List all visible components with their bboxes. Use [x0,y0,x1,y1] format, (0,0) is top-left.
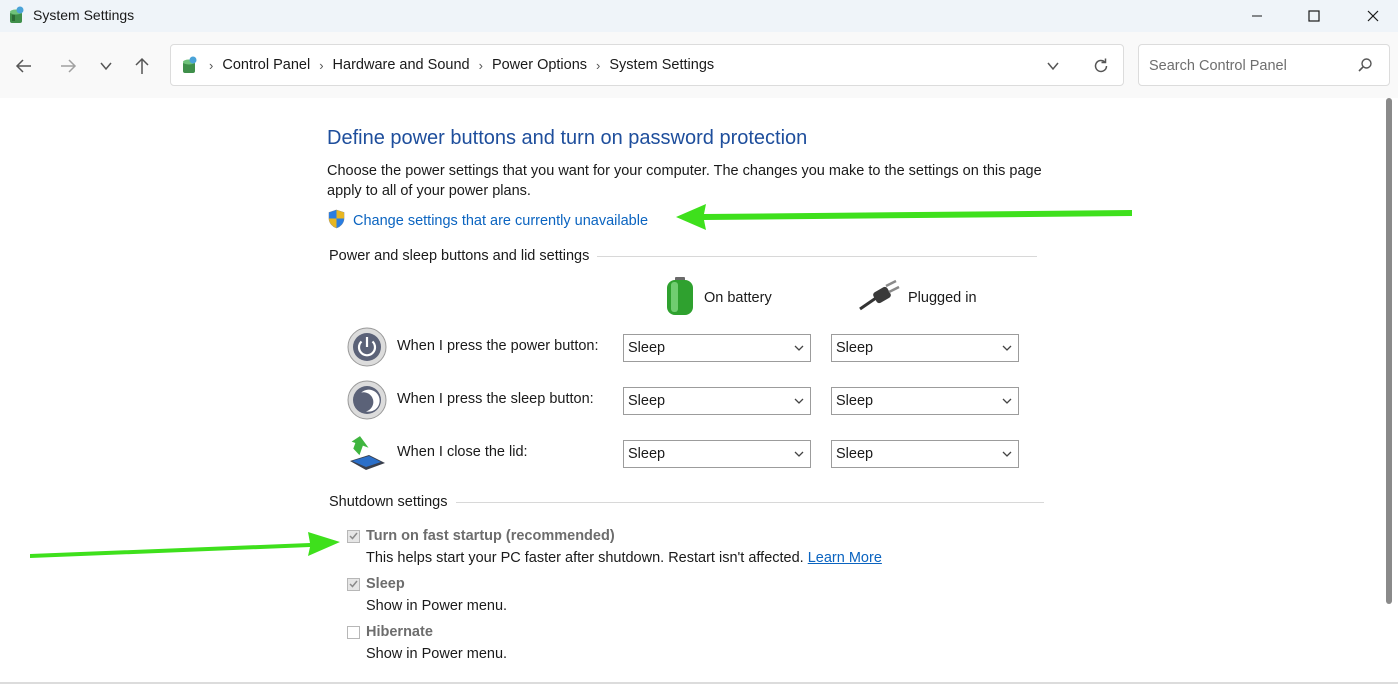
title-bar: System Settings [0,0,1398,32]
checkmark-icon [349,532,358,540]
recent-locations-button[interactable] [92,52,120,80]
address-bar[interactable]: › Control Panel › Hardware and Sound › P… [170,44,1124,86]
back-button[interactable] [10,52,38,80]
chevron-down-icon [1047,62,1059,71]
page-title: Define power buttons and turn on passwor… [327,127,808,149]
sleep-button-battery-select[interactable]: Sleep [623,387,811,415]
address-history-button[interactable] [1043,56,1063,76]
search-box[interactable] [1138,44,1390,86]
power-button-plugged-select[interactable]: Sleep [831,334,1019,362]
lid-close-label: When I close the lid: [397,444,528,460]
learn-more-link[interactable]: Learn More [808,550,882,566]
shutdown-section-heading: Shutdown settings [329,494,1044,510]
chevron-down-icon [794,345,804,351]
power-button-battery-select[interactable]: Sleep [623,334,811,362]
laptop-lid-icon [347,433,387,473]
refresh-icon [1094,58,1108,73]
maximize-button[interactable] [1291,0,1337,32]
arrow-up-icon [135,57,149,74]
sleep-button-icon [347,380,387,420]
sleep-option-label: Sleep [366,576,405,592]
breadcrumb: › Control Panel › Hardware and Sound › P… [209,57,714,73]
window-title: System Settings [33,7,135,23]
chevron-right-icon: › [319,57,324,73]
chevron-down-icon [1002,345,1012,351]
vertical-scrollbar[interactable] [1386,98,1392,604]
refresh-button[interactable] [1091,56,1111,76]
search-input[interactable] [1147,55,1351,77]
chevron-right-icon: › [596,57,601,73]
select-value: Sleep [836,393,874,409]
shutdown-section-title: Shutdown settings [329,494,448,510]
chevron-down-icon [1002,451,1012,457]
power-plug-icon [858,276,900,320]
page-description: Choose the power settings that you want … [327,163,1042,199]
minimize-button[interactable] [1234,0,1280,32]
search-icon[interactable] [1357,57,1373,73]
section-divider [455,501,1044,503]
sleep-button-label: When I press the sleep button: [397,391,594,407]
uac-shield-icon [327,209,346,233]
on-battery-label: On battery [704,290,772,306]
power-section-heading: Power and sleep buttons and lid settings [329,248,1038,264]
arrow-left-icon [15,59,31,73]
power-button-label: When I press the power button: [397,338,599,354]
chevron-right-icon: › [478,57,483,73]
breadcrumb-hardware-and-sound[interactable]: Hardware and Sound [333,57,470,73]
fast-startup-option[interactable]: Turn on fast startup (recommended) [347,528,615,544]
sleep-checkbox[interactable] [347,577,360,591]
annotation-arrow-icon [30,532,340,558]
sleep-button-plugged-select[interactable]: Sleep [831,387,1019,415]
hibernate-option[interactable]: Hibernate [347,624,433,640]
chevron-down-icon [794,451,804,457]
chevron-down-icon [100,62,112,71]
hibernate-option-label: Hibernate [366,624,433,640]
select-value: Sleep [628,393,666,409]
control-panel-icon [179,55,199,75]
change-settings-link[interactable]: Change settings that are currently unava… [327,209,648,233]
hibernate-checkbox[interactable] [347,625,360,639]
lid-close-battery-select[interactable]: Sleep [623,440,811,468]
breadcrumb-system-settings[interactable]: System Settings [609,57,714,73]
hibernate-option-description: Show in Power menu. [366,646,508,662]
power-button-row: When I press the power button: Sleep Sle… [347,327,1047,367]
lid-close-row: When I close the lid: Sleep Sleep [347,433,1047,473]
plugged-in-label: Plugged in [908,290,977,306]
plugged-in-header: Plugged in [858,276,977,320]
breadcrumb-control-panel[interactable]: Control Panel [222,57,310,73]
section-divider [597,255,1038,257]
control-panel-app-icon [6,5,26,25]
arrow-right-icon [61,59,77,73]
sleep-button-row: When I press the sleep button: Sleep Sle… [347,380,1047,420]
close-button[interactable] [1350,0,1396,32]
chevron-right-icon: › [209,57,214,73]
sleep-option-description: Show in Power menu. [366,598,508,614]
lid-close-plugged-select[interactable]: Sleep [831,440,1019,468]
forward-button[interactable] [54,52,82,80]
breadcrumb-power-options[interactable]: Power Options [492,57,587,73]
annotation-arrow-icon [676,204,1132,230]
fast-startup-label: Turn on fast startup (recommended) [366,528,615,544]
change-settings-link-text[interactable]: Change settings that are currently unava… [353,213,648,229]
chevron-down-icon [1002,398,1012,404]
checkmark-icon [349,580,358,588]
select-value: Sleep [836,340,874,356]
fast-startup-description-row: This helps start your PC faster after sh… [366,550,882,566]
power-section-title: Power and sleep buttons and lid settings [329,248,590,264]
fast-startup-description: This helps start your PC faster after sh… [366,550,804,566]
power-button-icon [347,327,387,367]
battery-icon [664,276,696,320]
on-battery-header: On battery [664,276,772,320]
fast-startup-checkbox[interactable] [347,529,360,543]
select-value: Sleep [628,446,666,462]
select-value: Sleep [628,340,666,356]
sleep-option[interactable]: Sleep [347,576,405,592]
chevron-down-icon [794,398,804,404]
navigation-bar: › Control Panel › Hardware and Sound › P… [0,32,1398,98]
up-button[interactable] [128,52,156,80]
select-value: Sleep [836,446,874,462]
